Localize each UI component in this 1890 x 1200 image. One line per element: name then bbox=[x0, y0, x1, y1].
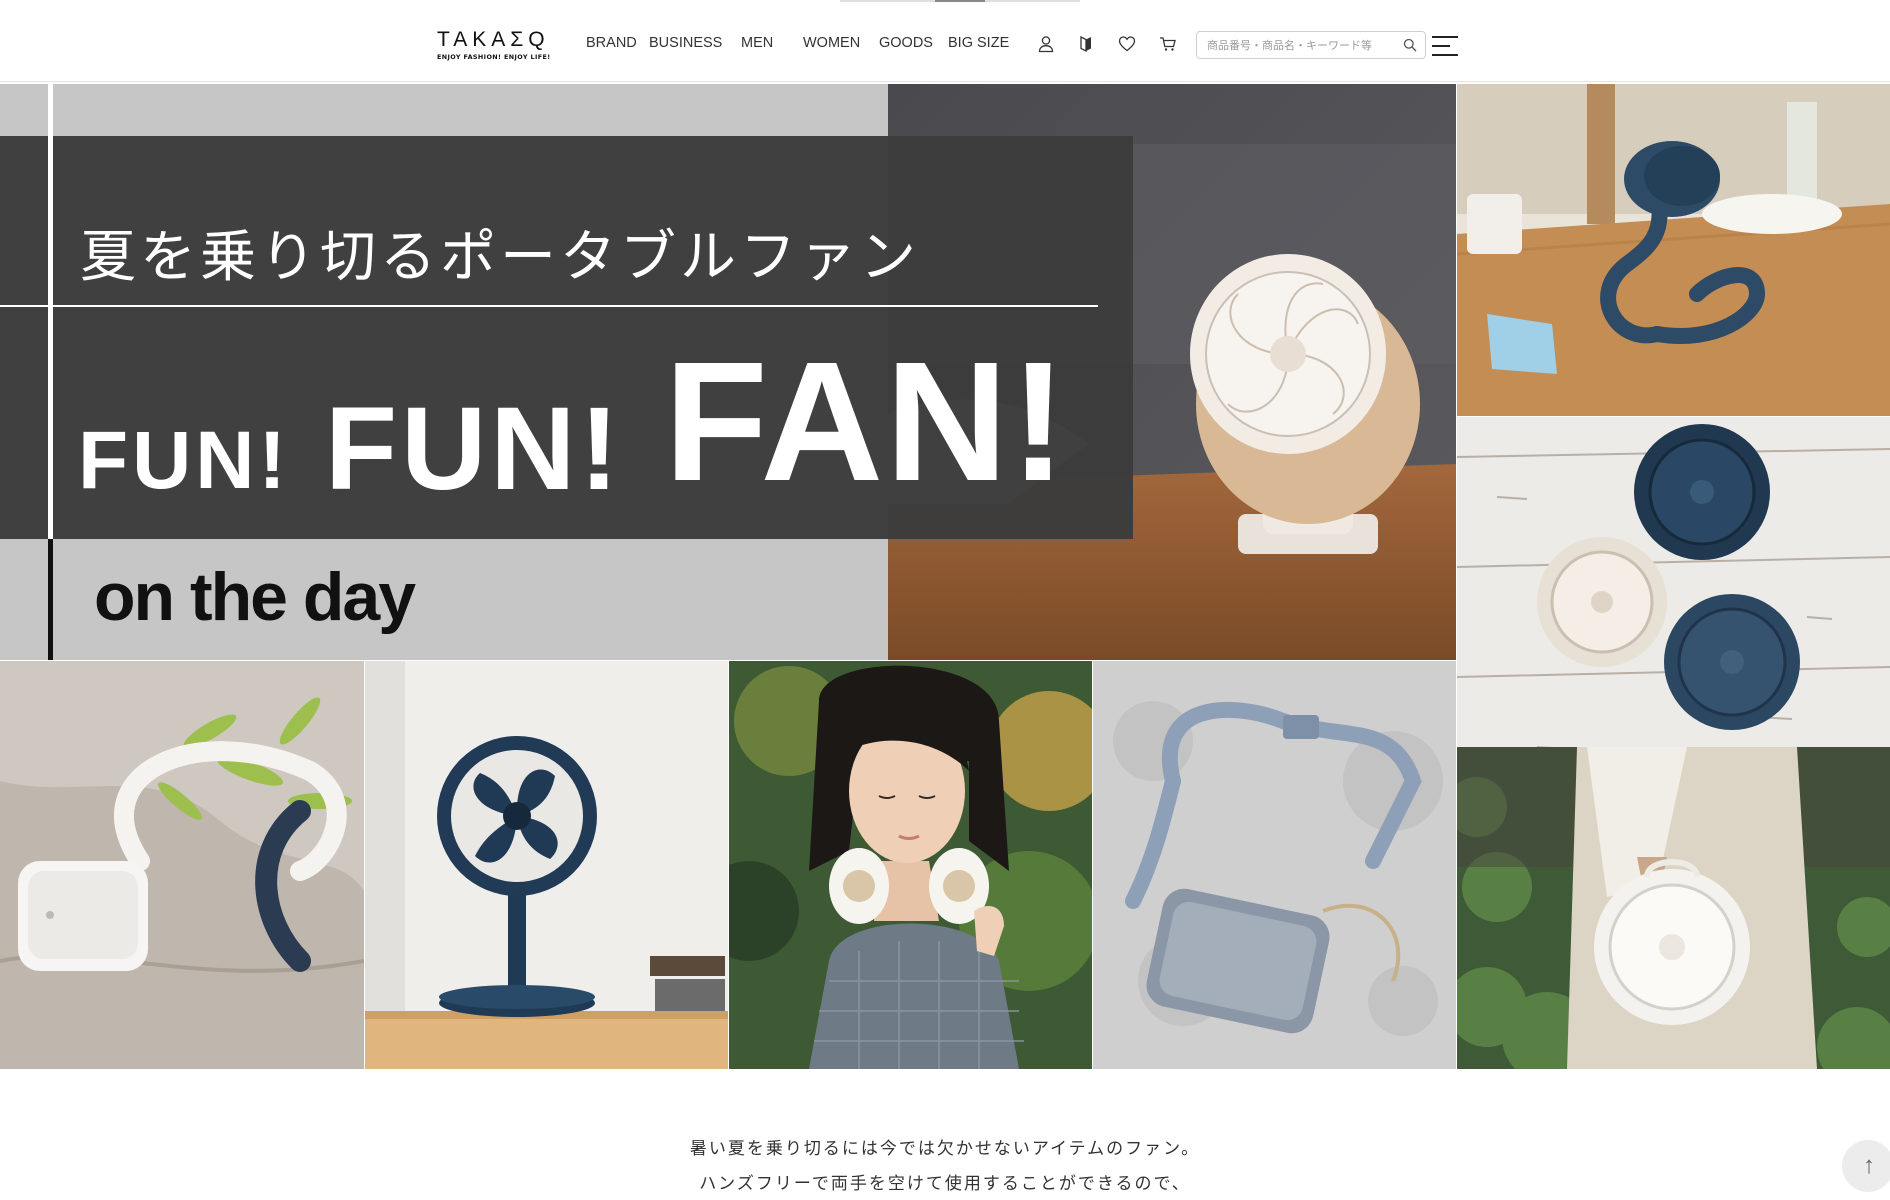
search-input[interactable] bbox=[1197, 32, 1397, 58]
photo-flexible-neck-fan bbox=[1457, 84, 1890, 416]
nav-item-women[interactable]: WOMEN bbox=[803, 35, 860, 51]
nav-item-business[interactable]: BUSINESS bbox=[649, 35, 722, 51]
photo-neck-fan-greenery bbox=[0, 661, 364, 1069]
nav-item-brand[interactable]: BRAND bbox=[586, 35, 637, 51]
hero-accent-line-dark bbox=[48, 539, 53, 660]
hamburger-menu-icon[interactable] bbox=[1430, 32, 1460, 60]
photo-white-handheld-fan bbox=[1457, 747, 1890, 1069]
photo-strap-pouch-fan bbox=[1093, 661, 1456, 1069]
hero-accent-line bbox=[48, 84, 53, 539]
intro-line-1: 暑い夏を乗り切るには今では欠かせないアイテムのファン。 bbox=[689, 1139, 1201, 1159]
nav-item-bigsize[interactable]: BIG SIZE bbox=[948, 35, 1009, 51]
intro-line-2: ハンズフリーで両手を空けて使用することができるので、 bbox=[699, 1174, 1191, 1194]
logo-tagline: ENJOY FASHION! ENJOY LIFE! bbox=[437, 53, 551, 61]
nav-item-men[interactable]: MEN bbox=[741, 35, 773, 51]
heart-icon[interactable] bbox=[1117, 34, 1137, 54]
headline-fun-medium: FUN! bbox=[325, 383, 623, 515]
arrow-up-icon: ↑ bbox=[1863, 1152, 1875, 1179]
headline-fan-large: FAN! bbox=[664, 327, 1069, 517]
search-icon[interactable] bbox=[1402, 37, 1418, 53]
search-box bbox=[1196, 31, 1426, 59]
hero-divider bbox=[0, 305, 1098, 307]
page-top-button[interactable]: ↑ bbox=[1842, 1140, 1890, 1192]
site-header: TAKAΣQ ENJOY FASHION! ENJOY LIFE! BRAND … bbox=[0, 0, 1890, 82]
nav-item-goods[interactable]: GOODS bbox=[879, 35, 933, 51]
intro-text: 暑い夏を乗り切るには今では欠かせないアイテムのファン。 ハンズフリーで両手を空け… bbox=[0, 1132, 1890, 1200]
beginner-mark-icon[interactable] bbox=[1076, 34, 1096, 54]
cart-icon[interactable] bbox=[1158, 34, 1178, 54]
hero-subtitle: 夏を乗り切るポータブルファン bbox=[80, 225, 920, 290]
photo-woman-neck-fan bbox=[729, 661, 1092, 1069]
hero-banner[interactable]: 夏を乗り切るポータブルファン FUN! FUN! FAN! on the day bbox=[0, 84, 1890, 1069]
hero-tagline: on the day bbox=[94, 559, 416, 635]
top-progress-line bbox=[840, 0, 1080, 2]
photo-desk-fan-navy bbox=[365, 661, 728, 1069]
headline-fun-small: FUN! bbox=[78, 415, 290, 506]
user-icon[interactable] bbox=[1036, 34, 1056, 54]
logo-wordmark: TAKAΣQ bbox=[437, 28, 550, 51]
site-logo[interactable]: TAKAΣQ ENJOY FASHION! ENJOY LIFE! bbox=[437, 29, 563, 63]
